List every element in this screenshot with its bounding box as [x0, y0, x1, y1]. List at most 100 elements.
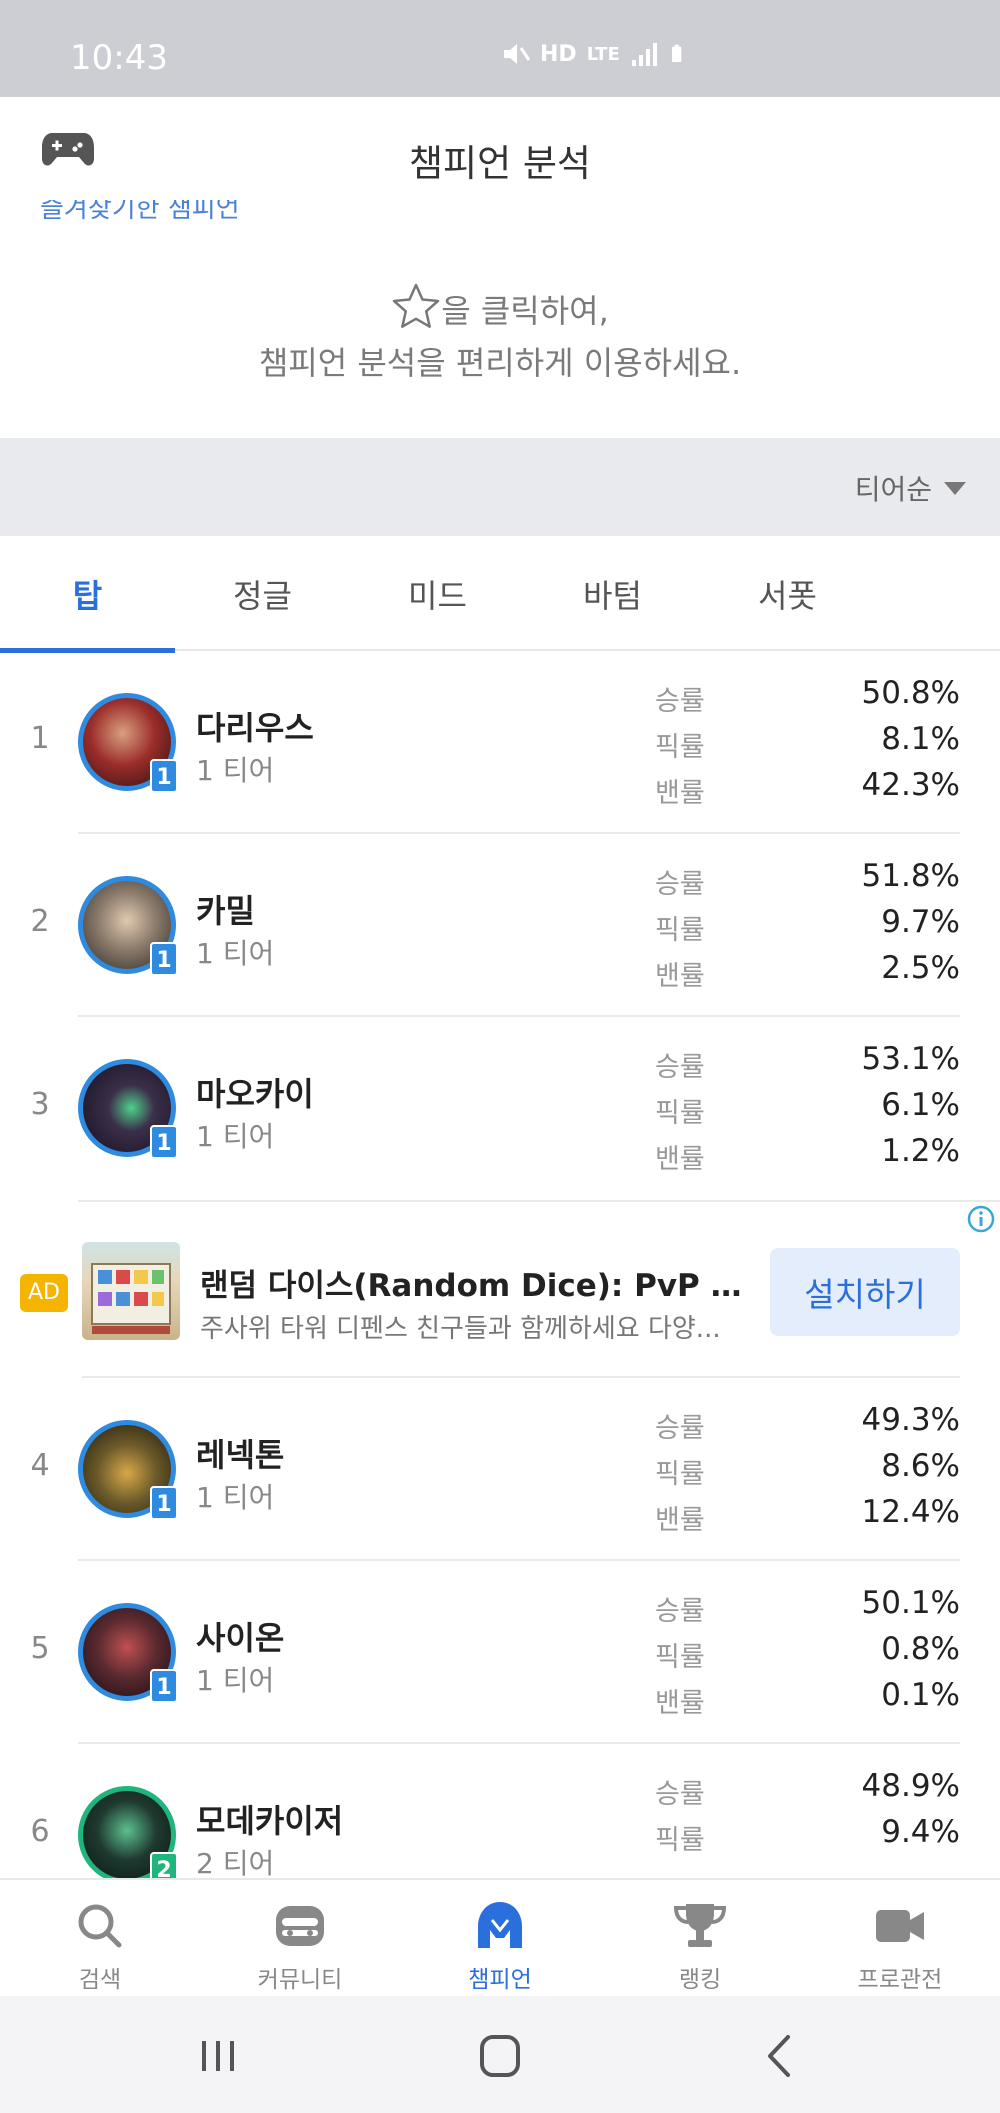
tier-badge: 1 — [150, 1669, 178, 1703]
champion-name: 레넥톤 — [196, 1436, 285, 1474]
tab-support[interactable]: 서폿 — [700, 536, 875, 651]
nav-pro-spectate[interactable]: 프로관전 — [800, 1880, 1000, 1998]
hd-voice-icon: HD — [540, 41, 577, 67]
win-rate-value: 50.8% — [861, 675, 960, 711]
win-rate-label: 승률 — [655, 1596, 705, 1627]
sort-dropdown[interactable]: 티어순 — [855, 468, 966, 508]
win-rate-label: 승률 — [655, 1052, 705, 1083]
nav-ranking[interactable]: 랭킹 — [600, 1880, 800, 1998]
back-icon[interactable] — [752, 2031, 812, 2081]
ad-title[interactable]: 랜덤 다이스(Random Dice): PvP 디펜... — [200, 1260, 765, 1305]
pick-rate-value: 8.1% — [881, 721, 960, 757]
pick-rate-label: 픽률 — [655, 732, 705, 763]
champion-row[interactable]: 1 1 다리우스 1 티어 승률 픽률 밴률 50.8% 8.1% 42.3% — [0, 651, 1000, 834]
win-rate-value: 49.3% — [861, 1402, 960, 1438]
sort-bar: 티어순 — [0, 438, 1000, 536]
dice-grid-icon — [91, 1263, 171, 1334]
app-header: 챔피언 분석 — [0, 97, 1000, 215]
ban-rate-value: 0.1% — [881, 1677, 960, 1713]
tier-badge: 1 — [150, 1486, 178, 1520]
home-icon[interactable] — [470, 2031, 530, 2081]
win-rate-label: 승률 — [655, 869, 705, 900]
hint-line1: 을 클릭하여, — [441, 292, 609, 330]
ad-badge: AD — [20, 1274, 68, 1312]
ban-rate-label: 밴률 — [655, 1688, 705, 1719]
favorite-hint: 을 클릭하여, 챔피언 분석을 편리하게 이용하세요. — [0, 282, 1000, 389]
champion-row[interactable]: 4 1 레넥톤 1 티어 승률 픽률 밴률 49.3% 8.6% 12.4% — [0, 1378, 1000, 1561]
nav-label: 프로관전 — [857, 1967, 943, 1993]
champion-tier: 1 티어 — [196, 1481, 275, 1514]
status-bar: 10:43 HD LTE — [0, 0, 1000, 97]
win-rate-value: 48.9% — [861, 1768, 960, 1804]
win-rate-value: 50.1% — [861, 1585, 960, 1621]
tab-top[interactable]: 탑 — [0, 536, 175, 653]
lte-icon: LTE — [586, 43, 620, 65]
champion-list: 1 1 다리우스 1 티어 승률 픽률 밴률 50.8% 8.1% 42.3% … — [0, 651, 1000, 1927]
status-icons: HD LTE — [500, 40, 690, 68]
recent-apps-icon[interactable] — [188, 2031, 248, 2081]
tab-bottom[interactable]: 바텀 — [525, 536, 700, 651]
ban-rate-value: 42.3% — [861, 767, 960, 803]
champion-row[interactable]: 5 1 사이온 1 티어 승률 픽률 밴률 50.1% 0.8% 0.1% — [0, 1561, 1000, 1744]
ban-rate-value: 12.4% — [861, 1494, 960, 1530]
champion-tier: 1 티어 — [196, 1664, 275, 1697]
ad-app-icon[interactable] — [82, 1242, 180, 1340]
ban-rate-label: 밴률 — [655, 961, 705, 992]
battery-icon — [671, 44, 682, 62]
signal-icon — [631, 43, 657, 66]
ad-banner[interactable]: AD 랜덤 다이스(Random Dice): PvP 디펜... 주사위 타워… — [0, 1200, 1000, 1378]
system-nav-bar — [0, 1996, 1000, 2113]
champion-row[interactable]: 3 1 마오카이 1 티어 승률 픽률 밴률 53.1% 6.1% 1.2% — [0, 1017, 1000, 1200]
pick-rate-label: 픽률 — [655, 1642, 705, 1673]
tab-jungle[interactable]: 정글 — [175, 536, 350, 651]
champion-helmet-icon — [478, 1902, 522, 1948]
champion-name: 사이온 — [196, 1619, 285, 1657]
champion-tier: 1 티어 — [196, 937, 275, 970]
nav-search[interactable]: 검색 — [0, 1880, 200, 1998]
mute-icon — [504, 44, 530, 64]
ban-rate-value: 2.5% — [881, 950, 960, 986]
divider — [78, 1200, 1000, 1202]
chevron-down-icon — [944, 481, 966, 495]
win-rate-label: 승률 — [655, 686, 705, 717]
champion-name: 카밀 — [196, 892, 255, 930]
champion-tier: 2 티어 — [196, 1847, 275, 1880]
ad-description: 주사위 타워 디펜스 친구들과 함께하세요 다양... — [200, 1314, 721, 1344]
bottom-nav: 검색 커뮤니티 챔피언 랭킹 프로관전 — [0, 1878, 1000, 1996]
ban-rate-label: 밴률 — [655, 1505, 705, 1536]
win-rate-value: 53.1% — [861, 1041, 960, 1077]
hint-line2: 챔피언 분석을 편리하게 이용하세요. — [258, 344, 742, 382]
community-icon — [276, 1906, 324, 1946]
pick-rate-label: 픽률 — [655, 1825, 705, 1856]
tier-badge: 1 — [150, 1125, 178, 1159]
info-icon[interactable] — [966, 1204, 996, 1234]
champion-tier: 1 티어 — [196, 1120, 275, 1153]
nav-community[interactable]: 커뮤니티 — [200, 1880, 400, 1998]
tab-mid[interactable]: 미드 — [350, 536, 525, 651]
nav-label: 챔피언 — [468, 1967, 532, 1993]
position-tabs: 탑 정글 미드 바텀 서폿 — [0, 536, 1000, 653]
champion-tier: 1 티어 — [196, 754, 275, 787]
ban-rate-label: 밴률 — [655, 1144, 705, 1175]
install-button[interactable]: 설치하기 — [770, 1248, 960, 1336]
pick-rate-label: 픽률 — [655, 1459, 705, 1490]
tier-badge: 1 — [150, 942, 178, 976]
win-rate-value: 51.8% — [861, 858, 960, 894]
pick-rate-value: 0.8% — [881, 1631, 960, 1667]
champion-row[interactable]: 2 1 카밀 1 티어 승률 픽률 밴률 51.8% 9.7% 2.5% — [0, 834, 1000, 1017]
nav-label: 커뮤니티 — [257, 1967, 343, 1993]
rank: 2 — [30, 904, 50, 939]
trophy-icon — [673, 1904, 727, 1947]
win-rate-label: 승률 — [655, 1413, 705, 1444]
rank: 5 — [30, 1631, 50, 1666]
win-rate-label: 승률 — [655, 1779, 705, 1810]
rank: 6 — [30, 1814, 50, 1849]
nav-label: 랭킹 — [678, 1967, 722, 1993]
page-title: 챔피언 분석 — [409, 142, 591, 185]
rank: 1 — [30, 721, 50, 756]
pick-rate-value: 6.1% — [881, 1087, 960, 1123]
pick-rate-value: 9.7% — [881, 904, 960, 940]
nav-champion[interactable]: 챔피언 — [400, 1880, 600, 1998]
rank: 3 — [30, 1087, 50, 1122]
favorites-label: 즐겨찾기한 챔피언 — [40, 200, 240, 222]
